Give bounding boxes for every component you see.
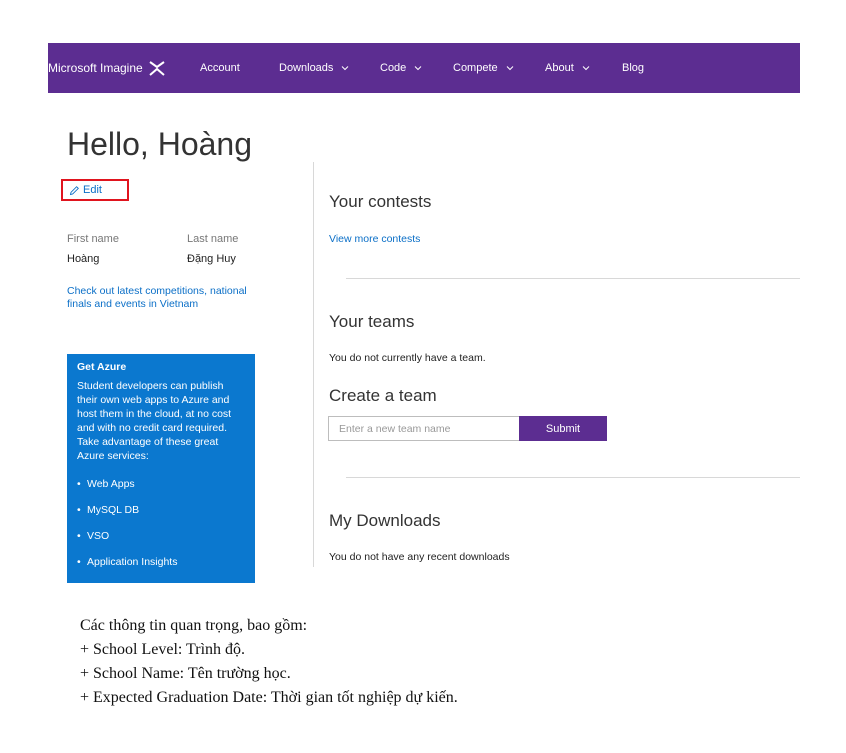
notes-item: + Expected Graduation Date: Thời gian tố… bbox=[80, 689, 458, 706]
first-name-label: First name bbox=[67, 233, 119, 245]
view-more-contests-link[interactable]: View more contests bbox=[329, 233, 420, 246]
section-divider bbox=[346, 278, 800, 279]
notes-block: Các thông tin quan trọng, bao gồm: + Sch… bbox=[80, 614, 458, 710]
nav-account[interactable]: Account bbox=[200, 43, 240, 93]
chevron-down-icon bbox=[415, 66, 422, 71]
last-name-value: Đặng Huy bbox=[187, 253, 236, 265]
nav-account-label: Account bbox=[200, 62, 240, 74]
chevron-down-icon bbox=[342, 66, 349, 71]
azure-service-item[interactable]: • VSO bbox=[77, 529, 245, 555]
nav-compete-label: Compete bbox=[453, 62, 498, 74]
edit-profile-link[interactable]: Edit bbox=[69, 184, 102, 196]
events-vietnam-link[interactable]: Check out latest competitions, national … bbox=[67, 285, 257, 311]
get-azure-panel: Get Azure Student developers can publish… bbox=[67, 354, 255, 583]
nav-blog[interactable]: Blog bbox=[622, 43, 644, 93]
bullet-icon: • bbox=[77, 504, 81, 516]
nav-blog-label: Blog bbox=[622, 62, 645, 74]
nav-code[interactable]: Code bbox=[380, 43, 423, 93]
no-downloads-text: You do not have any recent downloads bbox=[329, 551, 510, 563]
first-name-value: Hoàng bbox=[67, 253, 100, 265]
azure-service-item[interactable]: • MySQL DB bbox=[77, 503, 245, 529]
azure-services-list: • Web Apps • MySQL DB • VSO • Application In… bbox=[77, 477, 245, 581]
chevron-down-icon bbox=[506, 66, 514, 71]
azure-service-label: Application Insights bbox=[87, 556, 178, 568]
section-divider bbox=[346, 477, 800, 478]
azure-service-label: Web Apps bbox=[87, 478, 135, 490]
column-divider bbox=[313, 162, 314, 567]
top-nav-bar: Microsoft Imagine Account Downloads Code… bbox=[48, 43, 800, 93]
notes-item: + School Level: Trình độ. bbox=[80, 641, 246, 658]
contests-heading: Your contests bbox=[329, 192, 432, 211]
team-name-input[interactable] bbox=[328, 416, 520, 441]
page-title: Hello, Hoàng bbox=[67, 126, 252, 162]
edit-label: Edit bbox=[83, 184, 102, 196]
no-team-text: You do not currently have a team. bbox=[329, 352, 486, 364]
azure-description: Student developers can publish their own… bbox=[77, 380, 232, 462]
azure-service-item[interactable]: • Web Apps bbox=[77, 477, 245, 503]
brand-logo[interactable]: Microsoft Imagine bbox=[48, 43, 167, 93]
nav-about-label: About bbox=[545, 62, 574, 74]
nav-downloads-label: Downloads bbox=[279, 62, 334, 74]
nav-about[interactable]: About bbox=[545, 43, 591, 93]
edit-highlight-box: Edit bbox=[61, 179, 129, 201]
chevron-down-icon bbox=[582, 66, 590, 71]
azure-service-label: MySQL DB bbox=[87, 504, 140, 516]
azure-title: Get Azure bbox=[77, 361, 127, 373]
imagine-logo-icon bbox=[149, 61, 165, 76]
notes-intro: Các thông tin quan trọng, bao gồm: bbox=[80, 617, 308, 634]
nav-compete[interactable]: Compete bbox=[453, 43, 515, 93]
downloads-heading: My Downloads bbox=[329, 511, 441, 530]
bullet-icon: • bbox=[77, 530, 81, 542]
teams-heading: Your teams bbox=[329, 312, 415, 331]
nav-downloads[interactable]: Downloads bbox=[279, 43, 350, 93]
pencil-icon bbox=[69, 185, 79, 195]
last-name-label: Last name bbox=[187, 233, 239, 245]
notes-item: + School Name: Tên trường học. bbox=[80, 665, 291, 682]
azure-service-label: VSO bbox=[87, 530, 110, 542]
submit-team-button[interactable]: Submit bbox=[519, 416, 607, 441]
create-team-heading: Create a team bbox=[329, 386, 437, 405]
bullet-icon: • bbox=[77, 478, 81, 490]
nav-code-label: Code bbox=[380, 62, 407, 74]
azure-service-item[interactable]: • Application Insights bbox=[77, 555, 245, 581]
brand-name: Microsoft Imagine bbox=[48, 61, 143, 75]
bullet-icon: • bbox=[77, 556, 81, 568]
